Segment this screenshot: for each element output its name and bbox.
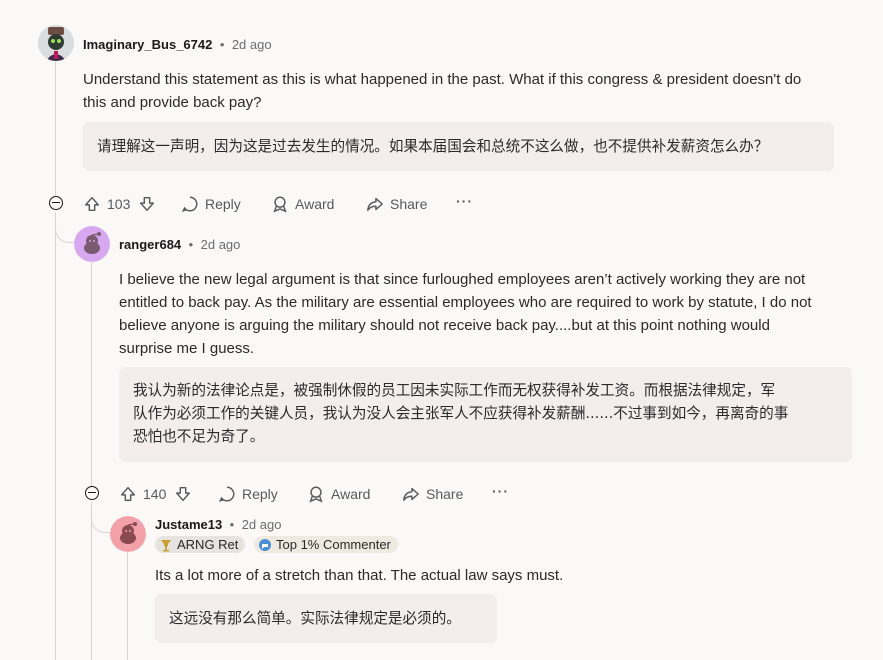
translation-text: 队作为必须工作的关键人员，我认为没人会主张军人不应获得补发薪酬......不过事… bbox=[133, 405, 789, 422]
comment-body: I believe the new legal argument is that… bbox=[119, 268, 879, 360]
top-commenter-badge: Top 1% Commenter bbox=[254, 536, 398, 553]
comment-body-line: Understand this statement as this is wha… bbox=[83, 71, 802, 88]
thread-line-1 bbox=[55, 62, 56, 196]
upvote-button[interactable]: 140 bbox=[119, 485, 192, 503]
comment-body: Its a lot more of a stretch than that. T… bbox=[155, 564, 563, 587]
share-icon bbox=[403, 487, 419, 502]
more-options-button[interactable]: ··· bbox=[492, 483, 509, 499]
award-button[interactable]: Award bbox=[307, 485, 370, 503]
translation-box: 这远没有那么简单。实际法律规定是必须的。 bbox=[155, 594, 497, 643]
reply-label: Reply bbox=[205, 196, 241, 212]
share-icon bbox=[367, 197, 383, 212]
thread-branch-1 bbox=[55, 212, 76, 243]
comment-body-line: I believe the new legal argument is that… bbox=[119, 271, 806, 288]
award-button[interactable]: Award bbox=[271, 195, 334, 213]
reply-icon bbox=[218, 486, 235, 502]
comment-author[interactable]: Imaginary_Bus_6742 bbox=[83, 37, 212, 52]
upvote-icon bbox=[120, 486, 136, 502]
flair-label: Top 1% Commenter bbox=[276, 537, 391, 552]
award-icon bbox=[309, 486, 323, 503]
avatar[interactable] bbox=[110, 516, 146, 552]
comment-timestamp[interactable]: 2d ago bbox=[232, 37, 272, 52]
vote-count: 103 bbox=[107, 196, 131, 212]
thread-line-1b bbox=[55, 212, 56, 660]
thread-line-3 bbox=[127, 552, 128, 660]
user-avatar-icon bbox=[38, 25, 74, 61]
comment-body-line: believe anyone is arguing the military s… bbox=[119, 317, 770, 334]
comment-body: Understand this statement as this is wha… bbox=[83, 68, 873, 114]
share-button[interactable]: Share bbox=[402, 485, 463, 503]
comment-author[interactable]: ranger684 bbox=[119, 237, 181, 252]
downvote-icon[interactable] bbox=[138, 195, 156, 213]
more-options-button[interactable]: ··· bbox=[456, 193, 473, 209]
collapse-icon[interactable] bbox=[85, 486, 99, 500]
translation-text: 恐怕也不足为奇了。 bbox=[133, 428, 265, 445]
award-label: Award bbox=[295, 196, 335, 212]
reply-button[interactable]: Reply bbox=[181, 195, 241, 213]
user-flair-arng: ARNG Ret bbox=[155, 536, 246, 553]
comment-body-line: this and provide back pay? bbox=[83, 94, 262, 111]
thread-line-2 bbox=[91, 262, 92, 486]
downvote-icon[interactable] bbox=[174, 485, 192, 503]
award-label: Award bbox=[331, 486, 371, 502]
upvote-button[interactable]: 103 bbox=[83, 195, 156, 213]
comment-body-line: entitled to back pay. As the military ar… bbox=[119, 294, 812, 311]
thread-branch-2 bbox=[91, 502, 112, 533]
meta-separator: • bbox=[188, 237, 194, 252]
share-label: Share bbox=[390, 196, 428, 212]
reply-icon bbox=[181, 196, 198, 212]
share-button[interactable]: Share bbox=[366, 195, 427, 213]
avatar[interactable] bbox=[74, 226, 110, 262]
comment-body-line: Its a lot more of a stretch than that. T… bbox=[155, 567, 564, 584]
collapse-icon[interactable] bbox=[49, 196, 63, 210]
comment-timestamp[interactable]: 2d ago bbox=[242, 517, 282, 532]
translation-text: 我认为新的法律论点是，被强制休假的员工因未实际工作而无权获得补发工资。而根据法律… bbox=[133, 382, 776, 399]
translation-box: 请理解这一声明，因为这是过去发生的情况。如果本届国会和总统不这么做，也不提供补发… bbox=[83, 122, 834, 171]
avatar[interactable] bbox=[38, 25, 74, 61]
top-commenter-icon bbox=[259, 538, 271, 551]
comment-timestamp[interactable]: 2d ago bbox=[201, 237, 241, 252]
meta-separator: • bbox=[219, 37, 225, 52]
flair-label: ARNG Ret bbox=[177, 537, 239, 552]
snoo-avatar-icon bbox=[74, 226, 110, 262]
upvote-icon bbox=[84, 196, 100, 212]
translation-box: 我认为新的法律论点是，被强制休假的员工因未实际工作而无权获得补发工资。而根据法律… bbox=[119, 367, 852, 462]
comment-author[interactable]: Justame13 bbox=[155, 517, 222, 532]
award-icon bbox=[273, 196, 287, 213]
vote-count: 140 bbox=[143, 486, 167, 502]
reply-label: Reply bbox=[242, 486, 278, 502]
comment-body-line: surprise me I guess. bbox=[119, 340, 255, 357]
trophy-icon bbox=[161, 539, 171, 551]
translation-text: 请理解这一声明，因为这是过去发生的情况。如果本届国会和总统不这么做，也不提供补发… bbox=[97, 138, 769, 155]
reply-button[interactable]: Reply bbox=[218, 485, 278, 503]
translation-text: 这远没有那么简单。实际法律规定是必须的。 bbox=[169, 610, 461, 627]
more-icon: ··· bbox=[492, 483, 509, 499]
share-label: Share bbox=[426, 486, 464, 502]
snoo-avatar-icon bbox=[110, 516, 146, 552]
more-icon: ··· bbox=[456, 193, 473, 209]
meta-separator: • bbox=[229, 517, 235, 532]
